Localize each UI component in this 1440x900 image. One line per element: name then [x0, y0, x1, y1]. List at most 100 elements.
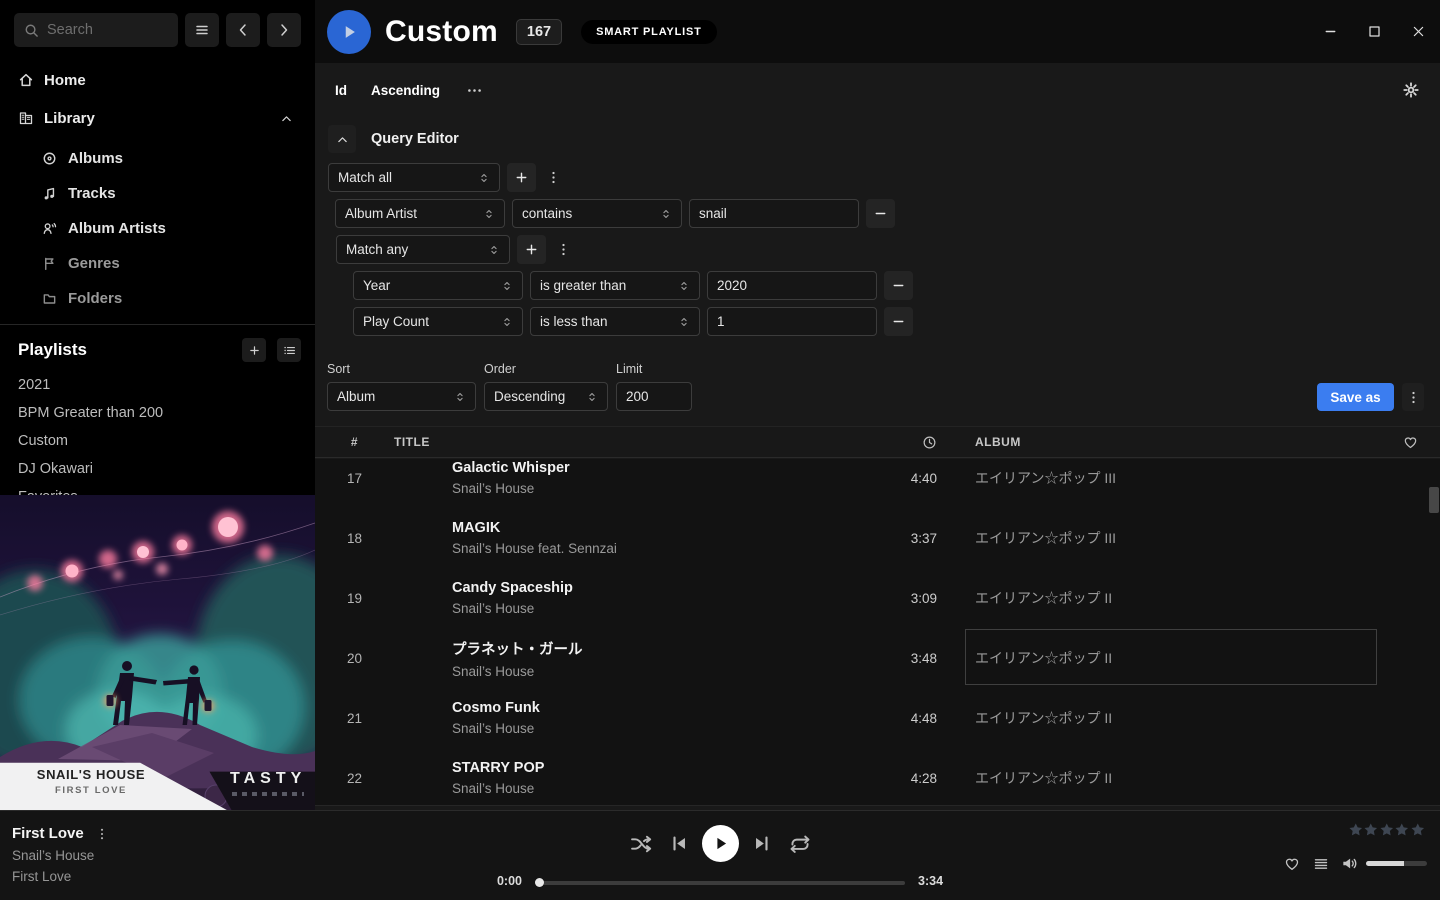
add-rule-button[interactable] [507, 163, 536, 192]
scrollbar-thumb[interactable] [1429, 487, 1439, 513]
search-box[interactable] [14, 13, 178, 47]
playlist-item-bpm-greater-than-200[interactable]: BPM Greater than 200 [0, 399, 315, 427]
previous-button[interactable] [670, 834, 689, 853]
column-duration[interactable] [861, 435, 941, 450]
remove-rule-button[interactable] [884, 271, 913, 300]
table-row-track-18[interactable]: 18MAGIKSnail’s House feat. Sennzai3:37エイ… [315, 508, 1440, 568]
rule-value-input[interactable] [707, 307, 877, 336]
sort-field-button[interactable]: Id [335, 83, 347, 98]
sidebar-item-albums[interactable]: Albums [14, 141, 301, 176]
query-editor: Query Editor Match all Album Artistconta… [328, 125, 913, 343]
playlist-item-dj-okawari[interactable]: DJ Okawari [0, 455, 315, 483]
rule-operator-select[interactable]: contains [512, 199, 682, 228]
limit-input[interactable] [616, 382, 692, 411]
menu-button[interactable] [185, 13, 219, 47]
column-title[interactable]: TITLE [394, 435, 861, 449]
rule-operator-select[interactable]: is greater than [530, 271, 700, 300]
remove-rule-button[interactable] [884, 307, 913, 336]
sort-direction-button[interactable]: Ascending [371, 83, 440, 98]
rule-value-input[interactable] [689, 199, 859, 228]
settings-button[interactable] [1402, 81, 1420, 99]
sidebar-item-home[interactable]: Home [14, 65, 301, 95]
save-as-button[interactable]: Save as [1317, 383, 1394, 411]
table-row-track-17[interactable]: 17Galactic WhisperSnail’s House4:40エイリアン… [315, 459, 1440, 508]
favorite-button[interactable] [1284, 856, 1300, 872]
track-album[interactable]: エイリアン☆ポップ II [975, 688, 1380, 748]
sidebar-item-album-artists[interactable]: Album Artists [14, 211, 301, 246]
rule-field-select[interactable]: Play Count [353, 307, 523, 336]
rule-operator-select[interactable]: is less than [530, 307, 700, 336]
sort-select[interactable]: Album [327, 382, 476, 411]
track-album[interactable]: エイリアン☆ポップ III [975, 508, 1380, 568]
seek-handle[interactable] [535, 878, 544, 887]
table-row-track-21[interactable]: 21Cosmo FunkSnail’s House4:48エイリアン☆ポップ I… [315, 688, 1440, 748]
search-input[interactable] [47, 22, 168, 38]
track-album[interactable]: エイリアン☆ポップ II [975, 568, 1380, 628]
more-options-button[interactable] [466, 82, 483, 99]
track-artist[interactable]: Snail’s House [452, 481, 861, 496]
rule-field-select[interactable]: Year [353, 271, 523, 300]
repeat-button[interactable] [789, 833, 811, 855]
queue-button[interactable] [1313, 856, 1329, 872]
root-rule-menu-button[interactable] [543, 163, 563, 192]
minimize-button[interactable] [1308, 10, 1352, 54]
group-match-select[interactable]: Match any [336, 235, 510, 264]
root-match-select[interactable]: Match all [328, 163, 500, 192]
group-rule-menu-button[interactable] [553, 235, 573, 264]
track-artist[interactable]: Snail’s House [452, 721, 861, 736]
table-row-track-22[interactable]: 22STARRY POPSnail’s House4:28エイリアン☆ポップ I… [315, 748, 1440, 806]
sidebar-item-folders[interactable]: Folders [14, 281, 301, 316]
playlist-item-custom[interactable]: Custom [0, 427, 315, 455]
column-index[interactable]: # [315, 435, 394, 449]
volume-slider[interactable] [1366, 861, 1427, 866]
player-right-controls [1284, 855, 1427, 872]
now-playing-album[interactable]: First Love [12, 869, 109, 884]
track-number: 21 [315, 711, 394, 726]
seek-slider[interactable] [535, 877, 905, 889]
track-title: プラネット・ガール [452, 638, 861, 659]
track-album[interactable]: エイリアン☆ポップ III [975, 459, 1380, 508]
rating-star-1[interactable] [1348, 822, 1364, 838]
now-playing-art[interactable]: SNAIL'S HOUSE FIRST LOVE TASTY [0, 495, 315, 810]
add-playlist-button[interactable] [242, 338, 266, 362]
play-playlist-button[interactable] [327, 10, 371, 54]
track-artist[interactable]: Snail’s House feat. Sennzai [452, 541, 861, 556]
track-artist[interactable]: Snail’s House [452, 601, 861, 616]
sidebar-item-library[interactable]: Library [14, 103, 301, 133]
chevron-up-icon[interactable] [280, 112, 293, 125]
track-album[interactable]: エイリアン☆ポップ II [975, 748, 1380, 806]
track-duration: 4:40 [861, 471, 941, 486]
table-row-track-19[interactable]: 19Candy SpaceshipSnail’s House3:09エイリアン☆… [315, 568, 1440, 628]
forward-button[interactable] [267, 13, 301, 47]
rule-field-select[interactable]: Album Artist [335, 199, 505, 228]
volume-icon[interactable] [1341, 855, 1358, 872]
track-album[interactable]: エイリアン☆ポップ II [975, 628, 1380, 688]
unfold-icon [501, 315, 513, 329]
column-favorite[interactable] [1380, 435, 1440, 450]
rating-star-4[interactable] [1394, 822, 1410, 838]
rating-star-3[interactable] [1379, 822, 1395, 838]
track-artist[interactable]: Snail’s House [452, 664, 861, 679]
remove-rule-button[interactable] [866, 199, 895, 228]
close-button[interactable] [1396, 10, 1440, 54]
back-button[interactable] [226, 13, 260, 47]
track-artist[interactable]: Snail’s House [452, 781, 861, 796]
playlist-menu-button[interactable] [1402, 383, 1424, 411]
shuffle-button[interactable] [630, 833, 652, 855]
sidebar-item-genres[interactable]: Genres [14, 246, 301, 281]
playlist-item-2021[interactable]: 2021 [0, 371, 315, 399]
maximize-button[interactable] [1352, 10, 1396, 54]
add-group-rule-button[interactable] [517, 235, 546, 264]
next-button[interactable] [752, 834, 771, 853]
sidebar-item-tracks[interactable]: Tracks [14, 176, 301, 211]
rating-star-2[interactable] [1363, 822, 1379, 838]
table-row-track-20[interactable]: 20プラネット・ガールSnail’s House3:48エイリアン☆ポップ II [315, 628, 1440, 688]
order-select[interactable]: Descending [484, 382, 608, 411]
minus-icon [891, 278, 906, 293]
rating-star-5[interactable] [1410, 822, 1426, 838]
rule-value-input[interactable] [707, 271, 877, 300]
collapse-query-editor-button[interactable] [328, 125, 356, 153]
playlist-list-button[interactable] [277, 338, 301, 362]
play-pause-button[interactable] [702, 825, 739, 862]
column-album[interactable]: ALBUM [975, 435, 1380, 449]
